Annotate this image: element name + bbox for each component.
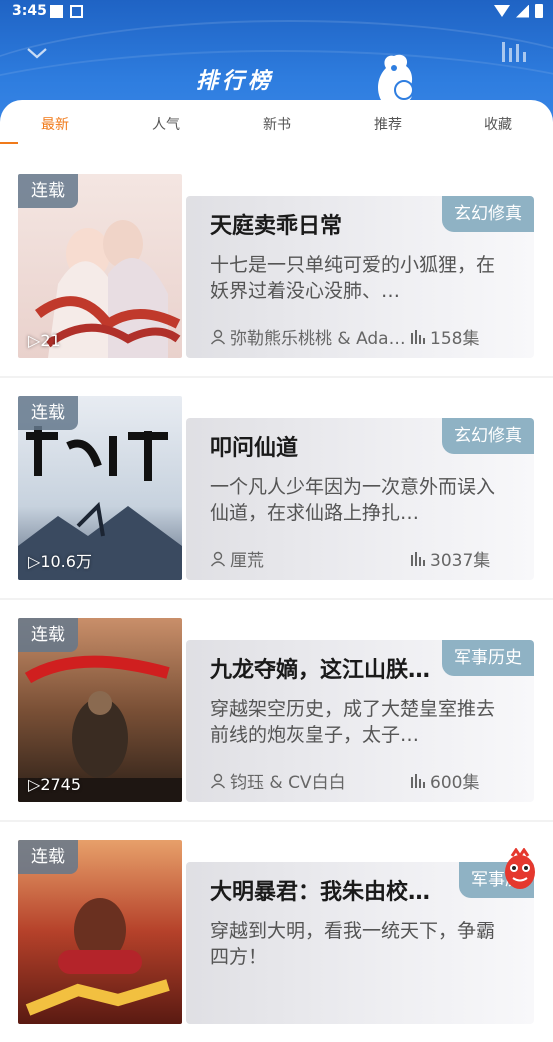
signal-icon	[516, 4, 529, 18]
book-description: 穿越架空历史，成了大楚皇室推去前线的炮灰皇子，太子…	[210, 698, 496, 746]
user-icon	[210, 329, 226, 344]
episode-count: 600集	[410, 768, 479, 793]
page-title: 排行榜	[196, 69, 275, 94]
genre-tag: 玄幻修真	[442, 196, 534, 232]
episodes-icon	[411, 329, 425, 344]
tab-bar: 最新 人气 新书 推荐 收藏	[0, 100, 553, 156]
book-cover[interactable]: 连载 ▷21	[18, 174, 182, 358]
mascot-logo	[378, 54, 414, 102]
chevron-down-icon[interactable]	[26, 42, 48, 64]
tab-latest[interactable]: 最新	[0, 114, 110, 134]
notification-icon	[70, 5, 83, 18]
book-info: 军事历 大明暴君：我朱由校… 穿越到大明，看我一统天下，争霸四方！	[186, 862, 534, 1024]
book-title: 九龙夺嫡，这江山朕…	[210, 658, 431, 683]
book-cover[interactable]: 连载	[18, 840, 182, 1024]
chart-icon[interactable]	[500, 40, 530, 64]
episodes-icon	[411, 551, 425, 566]
author-name: 钧珏 & CV白白	[230, 773, 346, 793]
notification-icon	[50, 5, 63, 18]
status-badge: 连载	[18, 618, 78, 652]
episode-count: 158集	[410, 324, 479, 349]
episode-count-value: 600集	[430, 773, 480, 793]
book-card[interactable]: 连载 ▷2745 军事历史 九龙夺嫡，这江山朕… 穿越架空历史，成了大楚皇室推去…	[0, 600, 553, 820]
tab-favorites[interactable]: 收藏	[443, 114, 553, 134]
status-time: 3:45	[12, 3, 47, 19]
book-description: 十七是一只单纯可爱的小狐狸，在妖界过着没心没肺、…	[210, 254, 496, 302]
user-icon	[210, 773, 226, 788]
wifi-icon	[494, 5, 510, 17]
episode-count-value: 158集	[430, 329, 480, 349]
tab-indicator	[0, 142, 18, 144]
tab-popular[interactable]: 人气	[111, 114, 221, 134]
book-card[interactable]: 连载 ▷10.6万 玄幻修真 叩问仙道 一个凡人少年因为一次意外而误入仙道，在求…	[0, 378, 553, 598]
book-card[interactable]: 连载 军事历 大明暴君：我朱由校… 穿越到大明，看我一统天下，争霸四方！	[0, 822, 553, 1042]
genre-tag: 军事历史	[442, 640, 534, 676]
tab-recommended[interactable]: 推荐	[333, 114, 443, 134]
book-title: 叩问仙道	[210, 436, 299, 461]
author-name: 厘荒	[230, 551, 264, 571]
play-count-value: 2745	[40, 775, 82, 794]
battery-icon	[535, 4, 543, 18]
play-count: ▷2745	[28, 775, 82, 794]
status-badge: 连载	[18, 840, 78, 874]
floating-mascot-icon[interactable]	[500, 848, 540, 892]
book-description: 一个凡人少年因为一次意外而误入仙道，在求仙路上挣扎…	[210, 476, 496, 524]
status-bar: 3:45	[0, 0, 553, 24]
play-count-value: 10.6万	[40, 552, 92, 571]
episode-count: 3037集	[410, 546, 490, 571]
play-count: ▷21	[28, 331, 61, 350]
book-title: 大明暴君：我朱由校…	[210, 880, 431, 905]
status-badge: 连载	[18, 174, 78, 208]
play-count-value: 21	[40, 331, 61, 350]
book-cover[interactable]: 连载 ▷10.6万	[18, 396, 182, 580]
book-info: 玄幻修真 天庭卖乖日常 十七是一只单纯可爱的小狐狸，在妖界过着没心没肺、… 弥勒…	[186, 196, 534, 358]
genre-tag: 玄幻修真	[442, 418, 534, 454]
book-info: 军事历史 九龙夺嫡，这江山朕… 穿越架空历史，成了大楚皇室推去前线的炮灰皇子，太…	[186, 640, 534, 802]
tab-new-books[interactable]: 新书	[222, 114, 332, 134]
book-author: 钧珏 & CV白白	[210, 768, 410, 793]
user-icon	[210, 551, 226, 566]
book-cover[interactable]: 连载 ▷2745	[18, 618, 182, 802]
play-count: ▷10.6万	[28, 552, 92, 571]
episodes-icon	[411, 773, 425, 788]
book-info: 玄幻修真 叩问仙道 一个凡人少年因为一次意外而误入仙道，在求仙路上挣扎… 厘荒 …	[186, 418, 534, 580]
episode-count-value: 3037集	[430, 551, 491, 571]
book-title: 天庭卖乖日常	[210, 214, 343, 239]
author-name: 弥勒熊乐桃桃 & Ada…	[230, 329, 406, 349]
book-description: 穿越到大明，看我一统天下，争霸四方！	[210, 920, 496, 968]
status-badge: 连载	[18, 396, 78, 430]
book-author: 厘荒	[210, 546, 410, 571]
book-author: 弥勒熊乐桃桃 & Ada…	[210, 324, 410, 349]
book-card[interactable]: 连载 ▷21 玄幻修真 天庭卖乖日常 十七是一只单纯可爱的小狐狸，在妖界过着没心…	[0, 156, 553, 376]
